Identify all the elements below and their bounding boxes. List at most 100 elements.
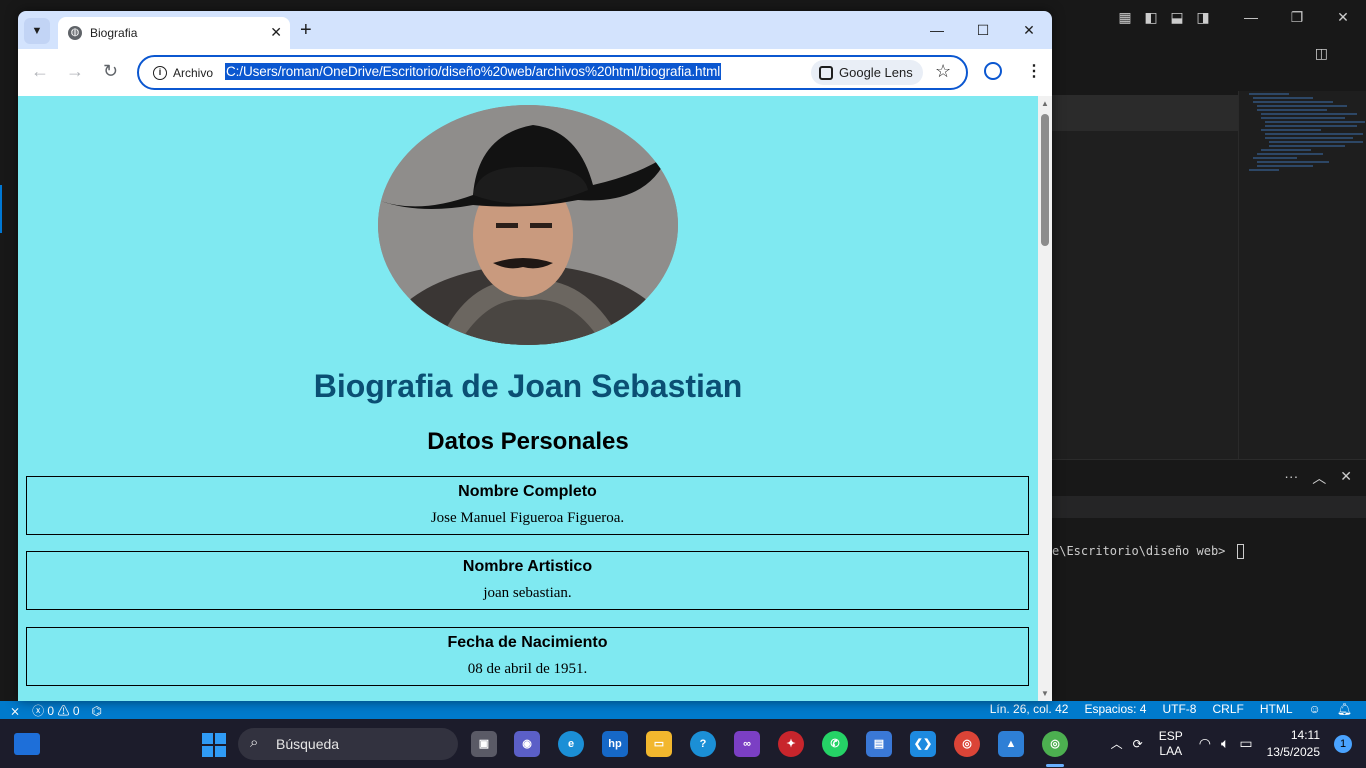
terminal-cursor bbox=[1236, 544, 1244, 559]
more-actions-icon[interactable]: ··· bbox=[1284, 468, 1298, 488]
scroll-thumb[interactable] bbox=[1041, 114, 1049, 246]
browser-toolbar: ← → ↻ i Archivo C:/Users/roman/OneDrive/… bbox=[18, 49, 1052, 96]
chrome-window: ▼ ◍ Biografia ✕ + — ☐ ✕ ← → ↻ i Archivo … bbox=[18, 11, 1052, 701]
task-view-icon[interactable]: ▣ bbox=[471, 731, 497, 757]
restore-icon[interactable]: ❐ bbox=[1274, 9, 1320, 26]
myhp-icon[interactable]: hp bbox=[602, 731, 628, 757]
site-info-label: Archivo bbox=[173, 65, 214, 80]
indentation[interactable]: Espacios: 4 bbox=[1084, 702, 1146, 716]
teams-icon[interactable]: ◉ bbox=[514, 731, 540, 757]
maximize-panel-icon[interactable]: ︿ bbox=[1312, 468, 1326, 488]
address-bar[interactable]: i Archivo C:/Users/roman/OneDrive/Escrit… bbox=[137, 55, 968, 90]
bookmark-star-icon[interactable]: ☆ bbox=[935, 61, 951, 82]
volume-icon: 🔈︎ bbox=[1220, 735, 1230, 751]
panel-tab-strip bbox=[1052, 496, 1366, 518]
active-app-indicator bbox=[1046, 764, 1064, 767]
terminal-prompt[interactable]: e\Escritorio\diseño web> bbox=[1052, 544, 1244, 559]
error-count: 0 bbox=[47, 704, 55, 718]
help-icon[interactable]: ? bbox=[690, 731, 716, 757]
error-icon: ⓧ bbox=[32, 704, 45, 718]
layout-icon[interactable]: ▦ bbox=[1112, 9, 1138, 26]
clock-time: 14:11 bbox=[1290, 727, 1320, 742]
quick-settings[interactable]: ◠ 🔈︎ ▭ bbox=[1199, 735, 1253, 752]
line-ending[interactable]: CRLF bbox=[1212, 702, 1243, 716]
tab-close-icon[interactable]: ✕ bbox=[270, 24, 282, 41]
remote-icon[interactable]: ⨯ bbox=[10, 704, 20, 718]
new-tab-button[interactable]: + bbox=[300, 19, 312, 42]
terminal-text: e\Escritorio\diseño web> bbox=[1052, 544, 1233, 558]
clock-date: 13/5/2025 bbox=[1266, 744, 1320, 759]
page-scrollbar[interactable]: ▲ ▼ bbox=[1038, 96, 1052, 701]
keyboard-layout: LAA bbox=[1159, 743, 1183, 758]
cursor-position[interactable]: Lín. 26, col. 42 bbox=[990, 702, 1069, 716]
toggle-sidebar-icon[interactable]: ◧ bbox=[1138, 9, 1164, 26]
game-app-icon[interactable]: ✦ bbox=[778, 731, 804, 757]
card-heading: Nombre Artistico bbox=[462, 558, 593, 575]
edge-icon[interactable]: e bbox=[558, 731, 584, 757]
google-lens-button[interactable]: Google Lens bbox=[811, 60, 923, 85]
close-window-button[interactable]: ✕ bbox=[1006, 11, 1052, 49]
file-explorer-icon[interactable]: ▭ bbox=[646, 731, 672, 757]
chrome-profile-icon[interactable]: ◎ bbox=[954, 731, 980, 757]
active-view-indicator bbox=[0, 185, 2, 233]
widgets-icon[interactable] bbox=[14, 733, 40, 755]
show-hidden-icons-icon[interactable]: ︿ bbox=[1111, 735, 1123, 752]
taskbar-search[interactable]: ⌕ Búsqueda bbox=[238, 728, 458, 760]
tab-biografia[interactable]: ◍ Biografia ✕ bbox=[58, 17, 290, 49]
portrait-photo bbox=[378, 105, 678, 345]
close-icon[interactable]: ✕ bbox=[1320, 9, 1366, 26]
notification-badge[interactable]: 1 bbox=[1334, 734, 1352, 753]
windows-taskbar: ⌕ Búsqueda ▣ ◉ e hp ▭ ? ∞ ✦ ✆ ▤ ❮❯ ◎ ▲ ◎… bbox=[0, 719, 1366, 768]
ports-icon[interactable]: ⌬ bbox=[92, 704, 102, 718]
card-heading: Nombre Completo bbox=[458, 483, 597, 500]
language-mode[interactable]: HTML bbox=[1260, 702, 1293, 716]
maximize-button[interactable]: ☐ bbox=[960, 11, 1006, 49]
clock[interactable]: 14:11 13/5/2025 bbox=[1267, 727, 1320, 761]
url-text[interactable]: C:/Users/roman/OneDrive/Escritorio/diseñ… bbox=[225, 63, 722, 80]
tab-search-button[interactable]: ▼ bbox=[24, 18, 50, 44]
reload-button[interactable]: ↻ bbox=[103, 61, 118, 82]
back-button[interactable]: ← bbox=[31, 61, 49, 82]
scroll-up-arrow-icon[interactable]: ▲ bbox=[1041, 99, 1049, 108]
store-icon[interactable]: ▤ bbox=[866, 731, 892, 757]
editor-tab-strip bbox=[1052, 95, 1238, 131]
input-language[interactable]: ESP LAA bbox=[1159, 729, 1183, 759]
minimize-icon[interactable]: — bbox=[1228, 9, 1274, 26]
sync-icon[interactable]: ⟳ bbox=[1133, 737, 1143, 751]
warning-count: 0 bbox=[72, 704, 80, 718]
start-button[interactable] bbox=[202, 733, 226, 757]
scroll-down-arrow-icon[interactable]: ▼ bbox=[1041, 689, 1049, 698]
vscode-icon[interactable]: ❮❯ bbox=[910, 731, 936, 757]
card-heading: Fecha de Nacimiento bbox=[447, 634, 608, 651]
toggle-panel-icon[interactable]: ⬓ bbox=[1164, 9, 1190, 26]
encoding[interactable]: UTF-8 bbox=[1162, 702, 1196, 716]
close-panel-icon[interactable]: ✕ bbox=[1340, 468, 1352, 488]
site-info-button[interactable]: i Archivo bbox=[147, 62, 219, 83]
visual-studio-icon[interactable]: ∞ bbox=[734, 731, 760, 757]
minimize-button[interactable]: — bbox=[914, 11, 960, 49]
profile-icon[interactable] bbox=[984, 62, 1002, 80]
card-value: Jose Manuel Figueroa Figueroa. bbox=[430, 510, 625, 526]
search-placeholder: Búsqueda bbox=[276, 736, 340, 752]
info-icon: i bbox=[153, 65, 167, 80]
notifications-bell-icon[interactable]: 🔔︎ bbox=[1337, 702, 1352, 716]
minimap[interactable] bbox=[1238, 91, 1366, 459]
warning-icon: ⚠ bbox=[57, 704, 70, 718]
biography-page: Biografia de Joan Sebastian Datos Person… bbox=[18, 96, 1038, 701]
menu-kebab-icon[interactable]: ⋮ bbox=[1026, 61, 1042, 81]
panel-actions: ··· ︿ ✕ bbox=[1284, 468, 1352, 488]
tab-bar: ▼ ◍ Biografia ✕ + — ☐ ✕ bbox=[18, 11, 1052, 49]
copilot-icon[interactable]: ☺ bbox=[1309, 702, 1321, 716]
toggle-secondary-sidebar-icon[interactable]: ◨ bbox=[1190, 9, 1216, 26]
whatsapp-icon[interactable]: ✆ bbox=[822, 731, 848, 757]
chrome-icon[interactable]: ◎ bbox=[1042, 731, 1068, 757]
forward-button[interactable]: → bbox=[66, 61, 84, 82]
problems-indicator[interactable]: ⓧ 0 ⚠ 0 bbox=[32, 702, 79, 719]
split-editor-icon[interactable]: ◫ bbox=[1315, 45, 1328, 62]
chevron-down-icon: ▼ bbox=[31, 25, 43, 37]
card-fecha-nacimiento: Fecha de Nacimiento 08 de abril de 1951. bbox=[26, 627, 1029, 686]
lens-label: Google Lens bbox=[839, 65, 913, 80]
photos-icon[interactable]: ▲ bbox=[998, 731, 1024, 757]
vscode-title-controls: ▦ ◧ ⬓ ◨ — ❐ ✕ bbox=[1112, 0, 1366, 35]
section-title: Datos Personales bbox=[427, 428, 629, 455]
